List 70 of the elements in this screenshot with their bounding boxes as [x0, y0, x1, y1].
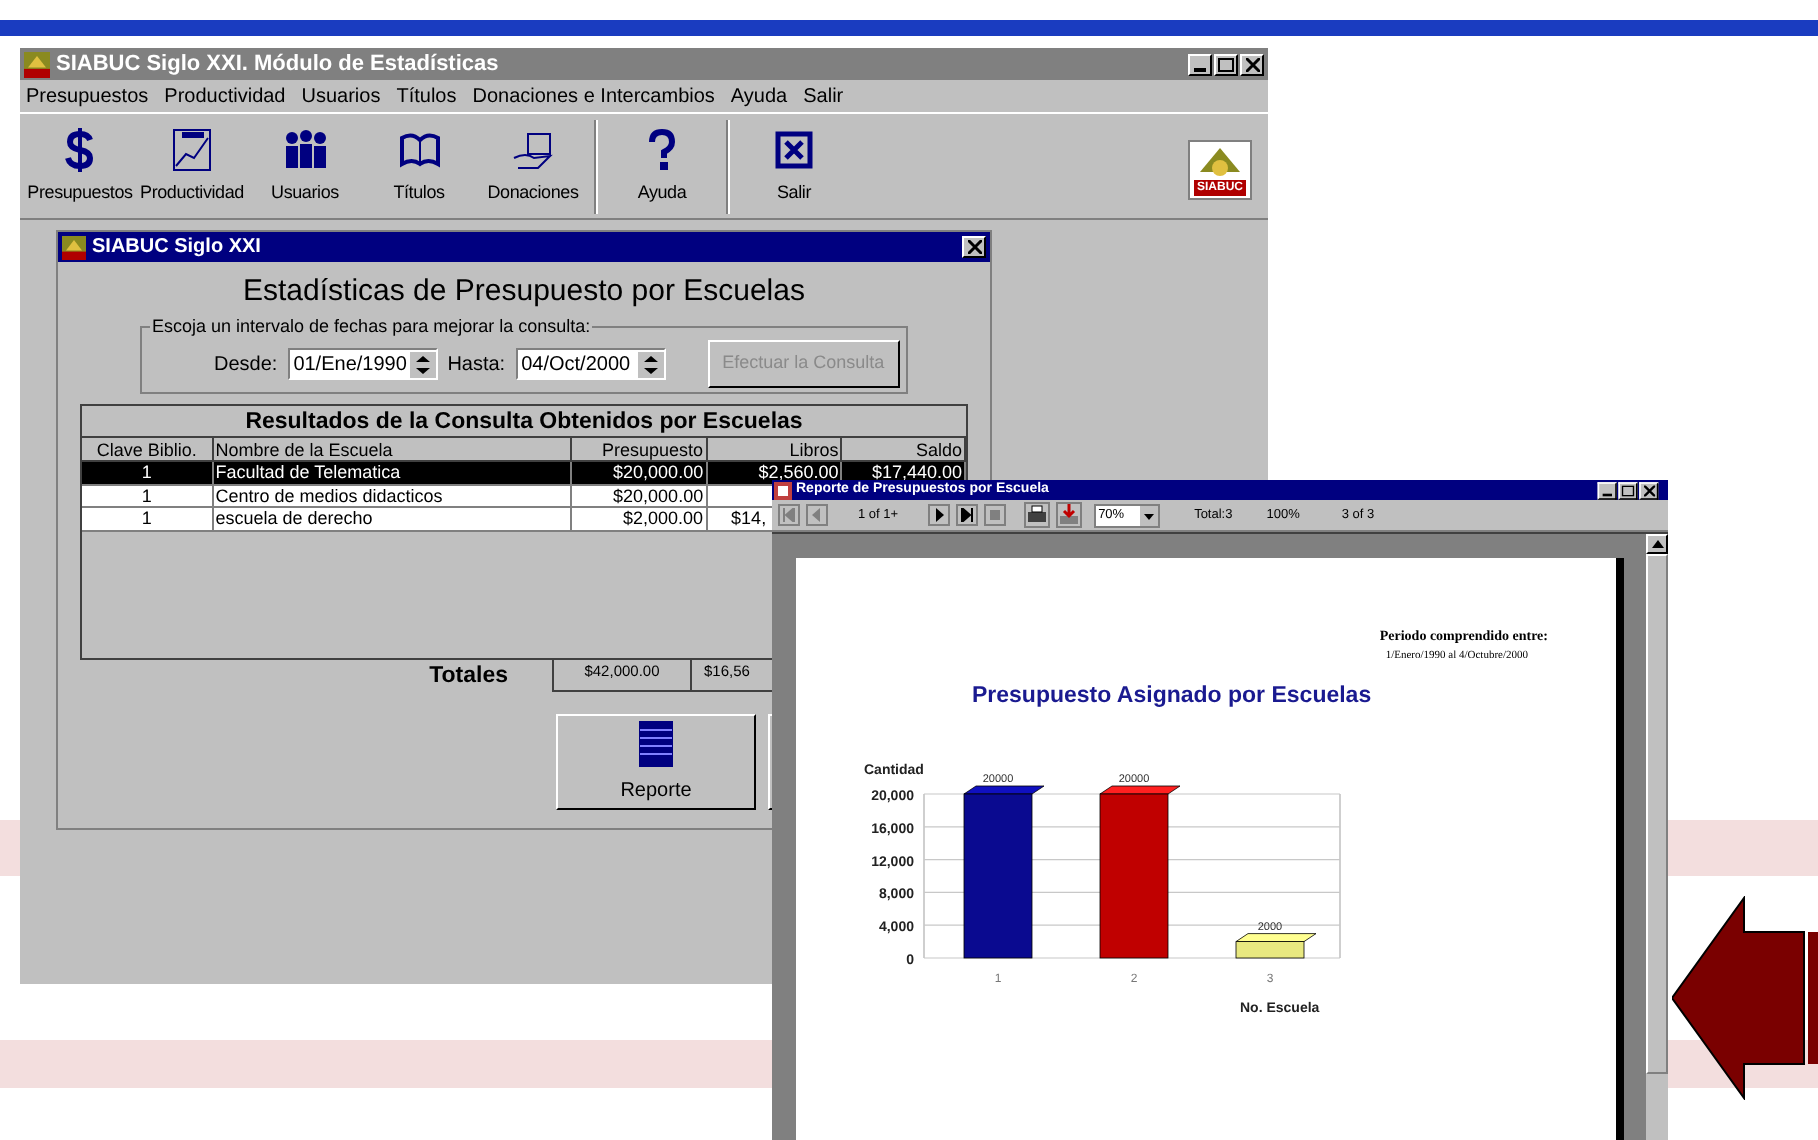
stop-icon: [988, 508, 1003, 522]
close-icon: [1245, 57, 1259, 71]
dialog-title: SIABUC Siglo XXI: [92, 234, 263, 262]
menu-item[interactable]: Ayuda: [730, 81, 788, 111]
minimize-button[interactable]: [1188, 53, 1212, 75]
column-header[interactable]: Presupuesto: [571, 438, 708, 460]
table-title: Resultados de la Consulta Obtenidos por Escuelas: [82, 406, 966, 438]
group-label: Escoja un intervalo de fechas para mejorar la consulta:: [150, 314, 593, 341]
close-icon: [1643, 484, 1655, 496]
menu-item[interactable]: Productividad: [164, 81, 286, 111]
left-arrow-icon: [1672, 896, 1818, 1100]
minimize-button[interactable]: [1597, 481, 1617, 499]
window-title: SIABUC Siglo XXI. Módulo de Estadísticas: [56, 49, 501, 80]
spinner-icon: [637, 351, 664, 377]
toolbar-button[interactable]: Usuarios: [248, 116, 362, 218]
logo-icon: [62, 235, 86, 259]
chart-title: Presupuesto Asignado por Escuelas: [972, 681, 1374, 712]
column-header[interactable]: Nombre de la Escuela: [213, 438, 572, 460]
export-button[interactable]: [1056, 502, 1083, 528]
document-lines-icon: [638, 719, 674, 767]
column-header[interactable]: Clave Biblio.: [82, 438, 214, 460]
toolbar-button[interactable]: Presupuestos: [24, 116, 136, 218]
chart-icon: [168, 126, 216, 175]
table-cell: $2,000.00: [571, 508, 708, 531]
close-button[interactable]: [1240, 53, 1264, 75]
bar: [1235, 941, 1305, 959]
up-arrow-icon: [1651, 540, 1663, 548]
bar-top-face: [1235, 933, 1317, 942]
menu-item[interactable]: Usuarios: [301, 81, 381, 111]
logo-icon: [24, 51, 50, 77]
toolbar-button[interactable]: Títulos: [362, 116, 476, 218]
totals-label: Totales: [427, 662, 510, 692]
close-box-icon: [770, 126, 818, 175]
maximize-icon: [1621, 484, 1635, 496]
toolbar-button[interactable]: Productividad: [136, 116, 248, 218]
toolbar-button[interactable]: Salir: [734, 116, 854, 218]
column-header[interactable]: Saldo: [842, 438, 966, 460]
column-header[interactable]: Libros: [707, 438, 843, 460]
field-label: Hasta:: [447, 351, 506, 379]
table-cell: 1: [82, 508, 214, 531]
bar-top-face: [963, 785, 1045, 795]
close-button[interactable]: [962, 236, 986, 258]
menu-item[interactable]: Presupuestos: [26, 81, 149, 111]
menu-item[interactable]: Donaciones e Intercambios: [472, 81, 715, 111]
table-cell: escuela de derecho: [213, 508, 572, 531]
date-field[interactable]: 04/Oct/2000: [515, 348, 666, 380]
date-field[interactable]: 01/Ene/1990: [287, 348, 438, 380]
scroll-up-button[interactable]: [1646, 534, 1668, 554]
next-page-button[interactable]: [928, 504, 951, 526]
last-page-icon: [960, 508, 975, 522]
field-label: Desde:: [214, 351, 278, 379]
close-icon: [967, 240, 981, 254]
export-icon: [1058, 504, 1081, 526]
toolbar-button[interactable]: Ayuda: [602, 116, 722, 218]
last-page-button[interactable]: [956, 504, 979, 526]
menu-item[interactable]: Títulos: [396, 81, 457, 111]
maximize-icon: [1218, 57, 1234, 71]
report-button[interactable]: Reporte: [556, 714, 756, 810]
print-button[interactable]: [1024, 502, 1051, 528]
minimize-icon: [1602, 492, 1612, 496]
first-page-icon: [782, 508, 796, 522]
minimize-icon: [1194, 67, 1206, 71]
menu-item[interactable]: Salir: [803, 81, 844, 111]
maximize-button[interactable]: [1618, 481, 1638, 499]
spinner-icon: [409, 351, 436, 377]
dialog-heading: Estadísticas de Presupuesto por Escuelas: [241, 272, 807, 310]
bar-top-face: [1099, 785, 1181, 795]
printer-icon: [1026, 504, 1049, 526]
toolbar-button[interactable]: Donaciones: [476, 116, 590, 218]
close-button[interactable]: [1639, 481, 1659, 499]
